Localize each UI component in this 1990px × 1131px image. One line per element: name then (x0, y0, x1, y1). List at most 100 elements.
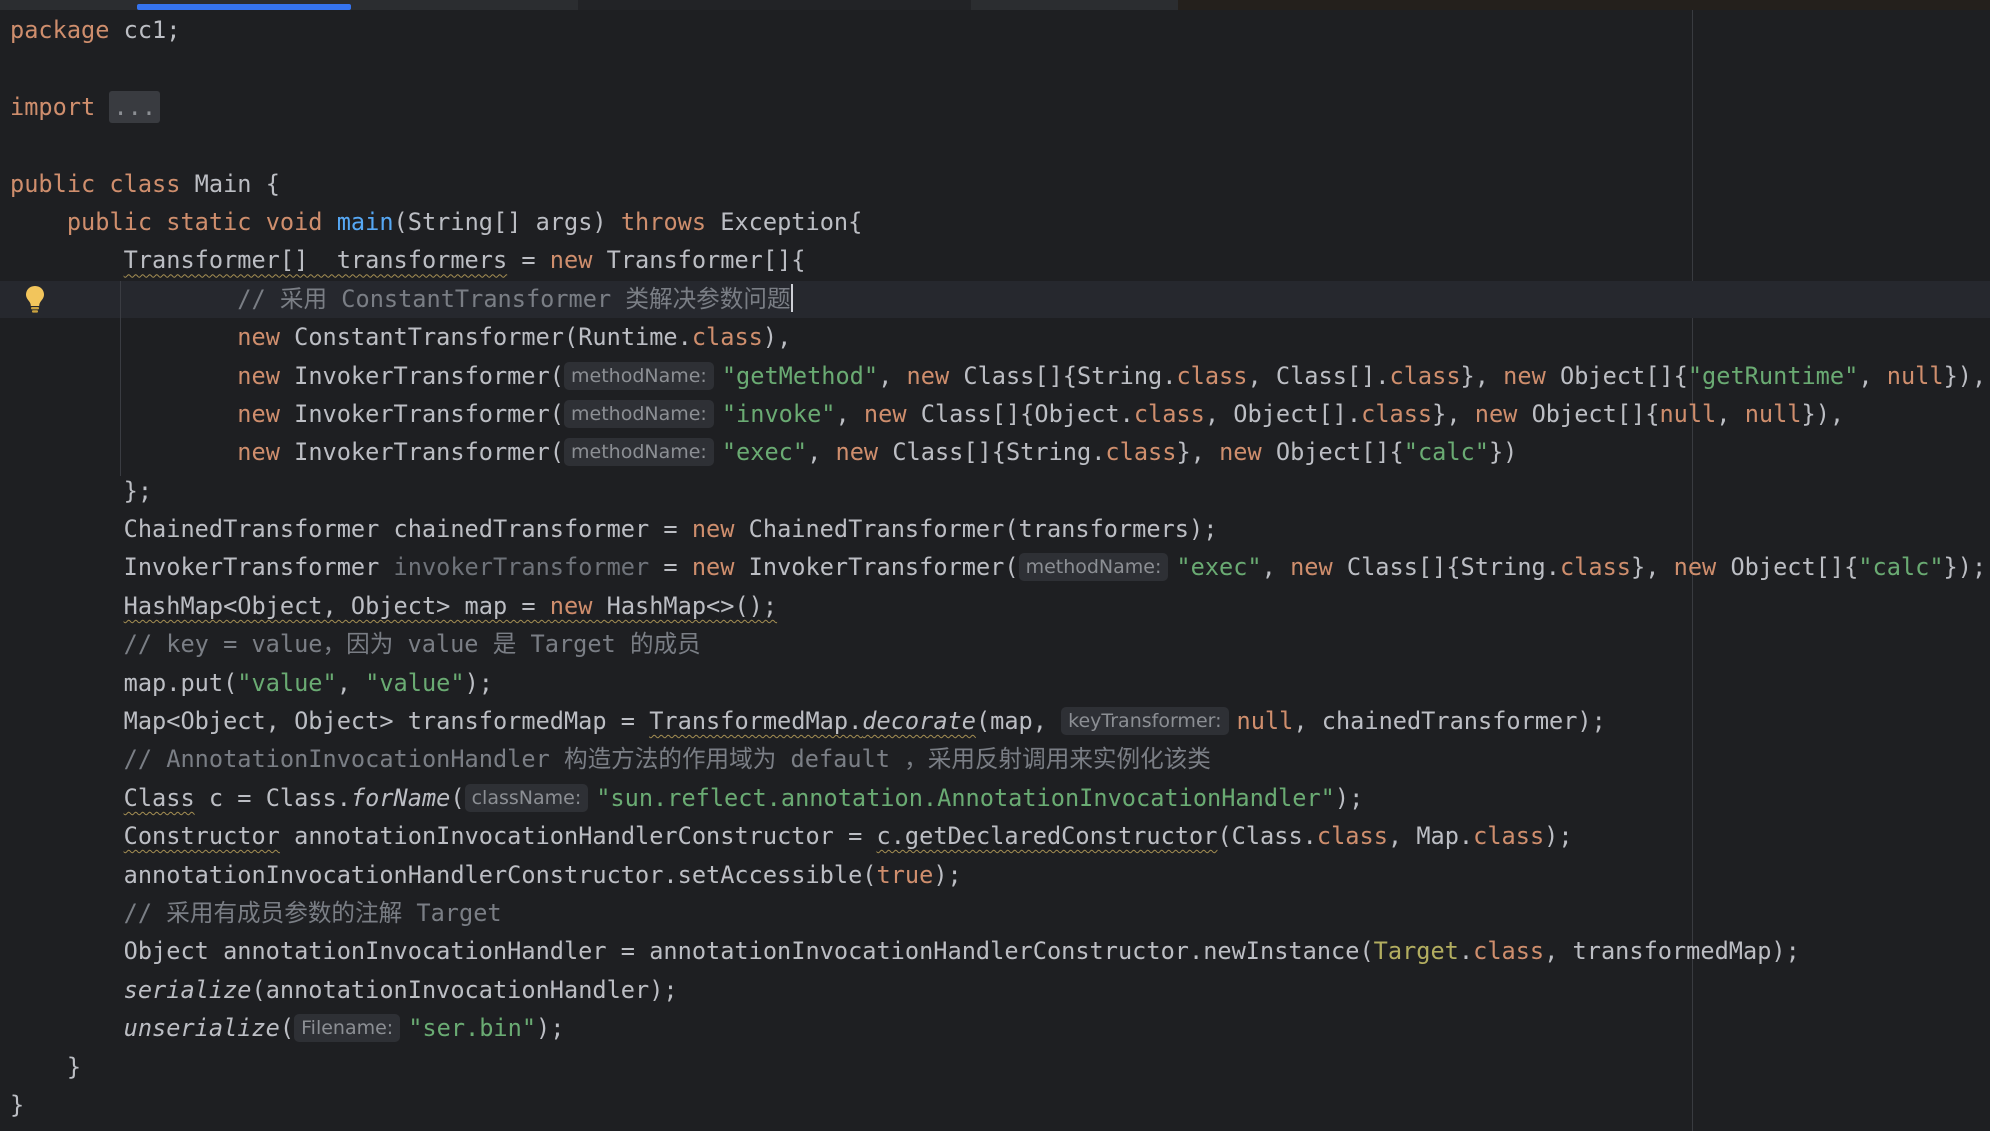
code-token: ChainedTransformer chainedTransformer = (10, 515, 692, 544)
code-token: public class (10, 169, 195, 198)
tab-strip-segment (1178, 0, 1990, 10)
code-token: ), (762, 323, 792, 352)
code-line[interactable]: unserialize(Filename: "ser.bin"); (10, 1009, 1986, 1047)
code-line[interactable]: // key = value，因为 value 是 Target 的成员 (10, 625, 1986, 663)
code-token: Object[]{ (1275, 438, 1404, 467)
code-token: new (906, 361, 964, 390)
code-line[interactable]: InvokerTransformer invokerTransformer = … (10, 548, 1986, 586)
code-line[interactable]: new InvokerTransformer(methodName: "getMe… (10, 357, 1986, 395)
code-token: class (1361, 399, 1433, 428)
tab-strip-segment (578, 0, 971, 10)
code-token: // AnnotationInvocationHandler 构造方法的作用域为… (123, 745, 1211, 774)
code-line[interactable]: new InvokerTransformer(methodName: "exec"… (10, 433, 1986, 471)
parameter-hint: methodName: (1018, 553, 1169, 582)
code-token: = (507, 246, 550, 275)
code-token: public static void (66, 207, 337, 236)
code-line[interactable]: Object annotationInvocationHandler = ann… (10, 932, 1986, 970)
code-token: , (1261, 553, 1291, 582)
code-token: Class[]{String. (1346, 553, 1560, 582)
code-line[interactable]: annotationInvocationHandlerConstructor.s… (10, 856, 1986, 894)
code-line[interactable]: HashMap<Object, Object> map = new HashMa… (10, 587, 1986, 625)
code-token: // key = value，因为 value 是 Target 的成员 (123, 630, 701, 659)
text-caret (790, 283, 793, 312)
code-token: (Class. (1217, 822, 1317, 851)
code-token: Transformer[]{ (606, 246, 806, 275)
code-editor[interactable]: package cc1; import ... public class Main … (0, 0, 1990, 1131)
code-token: Object[]{ (1531, 399, 1660, 428)
code-token: ); (1544, 822, 1573, 851)
code-line[interactable] (10, 49, 1986, 87)
code-line[interactable]: package cc1; (10, 11, 1986, 49)
parameter-hint: keyTransformer: (1061, 707, 1229, 736)
editor-tab-strip (0, 0, 1990, 10)
code-line[interactable]: ChainedTransformer chainedTransformer = … (10, 510, 1986, 548)
code-token: "ser.bin" (408, 1014, 537, 1043)
code-token: "sun.reflect.annotation.AnnotationInvoca… (596, 783, 1335, 812)
code-line-current[interactable]: // 采用 ConstantTransformer 类解决参数问题 (10, 280, 1986, 318)
code-token: ( (279, 1014, 295, 1043)
code-line[interactable]: } (10, 1086, 1986, 1124)
code-token: class (691, 323, 763, 352)
code-line[interactable] (10, 126, 1986, 164)
code-token: }) (1488, 438, 1518, 467)
folded-imports[interactable]: ... (109, 90, 161, 123)
code-token: Exception{ (720, 207, 863, 236)
code-line[interactable]: new InvokerTransformer(methodName: "invok… (10, 395, 1986, 433)
code-token: ( (450, 783, 465, 812)
code-token: Object[]{ (1560, 361, 1688, 390)
code-line[interactable]: public class Main { (10, 165, 1986, 203)
code-line[interactable]: }; (10, 472, 1986, 510)
code-token: InvokerTransformer (10, 553, 394, 582)
code-token: new (237, 399, 295, 428)
code-token: forName (350, 783, 451, 812)
code-line[interactable]: map.put("value", "value"); (10, 664, 1986, 702)
code-token: annotationInvocationHandlerConstructor.s… (10, 860, 877, 889)
code-token: unserialize (123, 1014, 280, 1043)
code-token: HashMap<>(); (606, 591, 778, 620)
code-area[interactable]: package cc1; import ... public class Main … (10, 11, 1986, 1124)
code-line[interactable]: Constructor annotationInvocationHandlerC… (10, 817, 1986, 855)
code-token: // 采用有成员参数的注解 Target (123, 898, 502, 927)
code-line[interactable]: // AnnotationInvocationHandler 构造方法的作用域为… (10, 740, 1986, 778)
code-token: true (876, 860, 934, 889)
code-line[interactable]: new ConstantTransformer(Runtime.class), (10, 318, 1986, 356)
code-token: serialize (123, 975, 252, 1004)
code-token: null (1886, 361, 1944, 390)
code-token: "calc" (1403, 438, 1489, 467)
code-line[interactable]: public static void main(String[] args) t… (10, 203, 1986, 241)
active-tab-indicator[interactable] (137, 4, 351, 10)
code-line[interactable]: } (10, 1048, 1986, 1086)
code-token: new (1673, 553, 1731, 582)
code-token: class (1473, 937, 1545, 966)
code-line[interactable]: Class c = Class.forName(className: "sun.r… (10, 779, 1986, 817)
code-token: }, (1432, 399, 1475, 428)
code-token: new (691, 553, 749, 582)
code-token: class (1316, 822, 1388, 851)
code-token: ); (1334, 783, 1364, 812)
code-line[interactable]: import ... (10, 88, 1986, 126)
code-token: class (1133, 399, 1205, 428)
code-token: }; (10, 476, 153, 505)
code-line[interactable]: Map<Object, Object> transformedMap = Tra… (10, 702, 1986, 740)
code-token: class (1559, 553, 1631, 582)
code-token: Constructor (123, 822, 280, 851)
code-line[interactable]: Transformer[] transformers = new Transfo… (10, 241, 1986, 279)
code-token: ConstantTransformer(Runtime. (294, 323, 692, 352)
code-line[interactable]: // 采用有成员参数的注解 Target (10, 894, 1986, 932)
code-token: class (1176, 361, 1248, 390)
code-token: new (237, 361, 295, 390)
code-line[interactable]: serialize(annotationInvocationHandler); (10, 971, 1986, 1009)
code-token: }), (1943, 361, 1987, 390)
code-token: c.getDeclaredConstructor (876, 822, 1218, 851)
code-token: , (835, 399, 864, 428)
code-token: Object annotationInvocationHandler = ann… (10, 937, 1374, 966)
code-token: new (1290, 553, 1347, 582)
